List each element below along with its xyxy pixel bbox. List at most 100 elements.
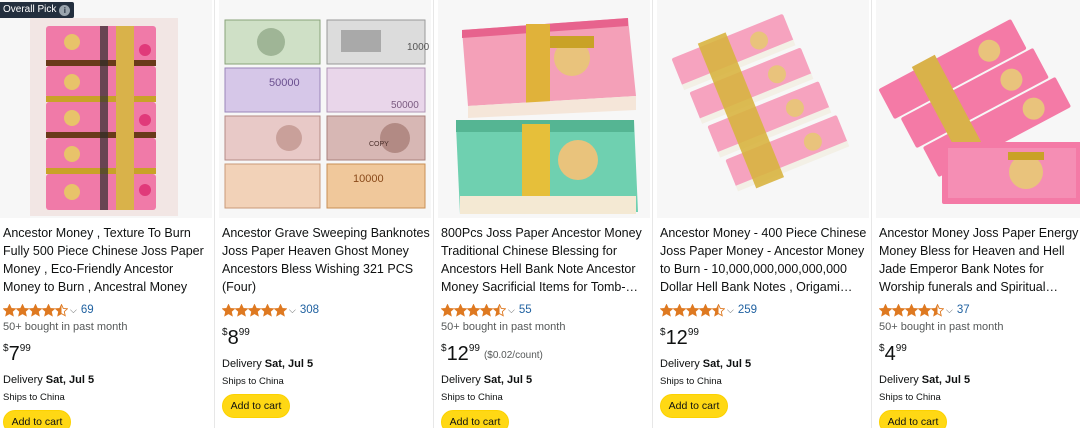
ships-to: Ships to China xyxy=(222,376,284,387)
rating-row[interactable]: ⌵ 69 xyxy=(3,302,212,318)
add-to-cart-button[interactable]: Add to cart xyxy=(441,410,509,428)
rating-row[interactable]: ⌵ 259 xyxy=(660,302,869,318)
star-icon xyxy=(892,303,905,317)
rating-count-link[interactable]: 259 xyxy=(738,304,757,316)
delivery-date: Sat, Jul 5 xyxy=(483,374,533,386)
star-rating[interactable] xyxy=(879,303,944,317)
star-rating[interactable] xyxy=(222,303,287,317)
product-card: 1000 50000 50000 COPY 10000 Ancestor Gra… xyxy=(214,0,431,428)
price: $ 4 99 xyxy=(879,343,1080,365)
price: $ 8 99 xyxy=(222,327,431,349)
star-rating[interactable] xyxy=(441,303,506,317)
ships-to: Ships to China xyxy=(879,392,941,403)
price-fraction: 99 xyxy=(468,343,480,354)
rating-count-link[interactable]: 69 xyxy=(81,304,94,316)
overall-pick-badge: Overall Pick i xyxy=(0,2,75,18)
product-photo-stacks xyxy=(30,18,178,216)
star-icon xyxy=(3,303,16,317)
star-rating[interactable] xyxy=(3,303,68,317)
delivery-date: Sat, Jul 5 xyxy=(264,358,314,370)
badge-label: Overall Pick xyxy=(3,4,57,15)
ships-to: Ships to China xyxy=(441,392,503,403)
rating-count-link[interactable]: 37 xyxy=(957,304,970,316)
product-title-link[interactable]: Ancestor Money Joss Paper Energy Money B… xyxy=(879,224,1080,296)
star-icon xyxy=(16,303,29,317)
price-whole: 12 xyxy=(665,327,688,349)
product-title-link[interactable]: Ancestor Money - 400 Piece Chinese Joss … xyxy=(660,224,868,296)
product-card: Ancestor Money - 400 Piece Chinese Joss … xyxy=(652,0,869,428)
delivery-prefix: Delivery xyxy=(879,374,922,386)
ships-to: Ships to China xyxy=(660,376,722,387)
star-icon xyxy=(712,303,725,317)
product-image[interactable]: 1000 50000 50000 COPY 10000 xyxy=(219,0,431,218)
product-image[interactable]: Overall Pick i xyxy=(0,0,212,218)
star-icon xyxy=(879,303,892,317)
rating-row[interactable]: ⌵ 308 xyxy=(222,302,431,318)
price-fraction: 99 xyxy=(238,327,250,338)
rating-row[interactable]: ⌵ 37 xyxy=(879,302,1080,318)
star-icon xyxy=(248,303,261,317)
star-icon xyxy=(918,303,931,317)
product-photo-fanned-stacks xyxy=(657,0,869,218)
banknote-50000-label-2: 50000 xyxy=(391,100,419,111)
ships-to: Ships to China xyxy=(3,392,65,403)
price: $ 12 99 ($0.02/count) xyxy=(441,343,650,365)
banknote-copy-label: COPY xyxy=(369,141,389,148)
star-icon xyxy=(261,303,274,317)
star-icon xyxy=(441,303,454,317)
rating-count-link[interactable]: 308 xyxy=(300,304,319,316)
bought-in-past-month: 50+ bought in past month xyxy=(879,321,1004,333)
add-to-cart-button[interactable]: Add to cart xyxy=(879,410,947,428)
rating-row[interactable]: ⌵ 55 xyxy=(441,302,650,318)
price: $ 7 99 xyxy=(3,343,212,365)
chevron-down-icon[interactable]: ⌵ xyxy=(289,305,296,316)
delivery-date: Sat, Jul 5 xyxy=(921,374,971,386)
chevron-down-icon[interactable]: ⌵ xyxy=(508,305,515,316)
add-to-cart-button[interactable]: Add to cart xyxy=(222,394,290,418)
chevron-down-icon[interactable]: ⌵ xyxy=(70,305,77,316)
star-icon xyxy=(235,303,248,317)
delivery-info: Delivery Sat, Jul 5 xyxy=(3,374,212,388)
delivery-prefix: Delivery xyxy=(222,358,265,370)
product-title-link[interactable]: 800Pcs Joss Paper Ancestor Money Traditi… xyxy=(441,224,649,296)
star-icon xyxy=(905,303,918,317)
delivery-info: Delivery Sat, Jul 5 xyxy=(222,358,431,372)
price-whole: 8 xyxy=(227,327,239,349)
product-results-row: Overall Pick i Ancestor Money , Texture … xyxy=(0,0,1080,428)
product-title-link[interactable]: Ancestor Money , Texture To Burn Fully 5… xyxy=(3,224,211,296)
star-icon xyxy=(274,303,287,317)
banknote-50000-label: 50000 xyxy=(269,77,300,89)
delivery-date: Sat, Jul 5 xyxy=(45,374,95,386)
star-icon xyxy=(55,303,68,317)
add-to-cart-button[interactable]: Add to cart xyxy=(3,410,71,428)
star-rating[interactable] xyxy=(660,303,725,317)
product-title-link[interactable]: Ancestor Grave Sweeping Banknotes Joss P… xyxy=(222,224,430,296)
price-whole: 7 xyxy=(8,343,20,365)
product-image[interactable] xyxy=(438,0,650,218)
chevron-down-icon[interactable]: ⌵ xyxy=(946,305,953,316)
chevron-down-icon[interactable]: ⌵ xyxy=(727,305,734,316)
price-per-unit: ($0.02/count) xyxy=(483,350,543,361)
star-icon xyxy=(29,303,42,317)
rating-count-link[interactable]: 55 xyxy=(519,304,532,316)
info-icon[interactable]: i xyxy=(59,4,71,16)
delivery-info: Delivery Sat, Jul 5 xyxy=(879,374,1080,388)
product-card: Ancestor Money Joss Paper Energy Money B… xyxy=(871,0,1080,428)
product-photo-banknotes: 1000 50000 50000 COPY 10000 xyxy=(219,0,431,218)
product-image[interactable] xyxy=(876,0,1080,218)
delivery-info: Delivery Sat, Jul 5 xyxy=(441,374,650,388)
star-icon xyxy=(493,303,506,317)
bought-in-past-month: 50+ bought in past month xyxy=(441,321,566,333)
star-icon xyxy=(42,303,55,317)
price-fraction: 99 xyxy=(687,327,699,338)
price-whole: 4 xyxy=(884,343,896,365)
product-card: Overall Pick i Ancestor Money , Texture … xyxy=(0,0,212,428)
add-to-cart-button[interactable]: Add to cart xyxy=(660,394,728,418)
banknote-10000-label: 10000 xyxy=(353,173,384,185)
delivery-prefix: Delivery xyxy=(3,374,46,386)
star-icon xyxy=(673,303,686,317)
banknote-1000-label: 1000 xyxy=(407,42,430,53)
product-image[interactable] xyxy=(657,0,869,218)
bought-in-past-month: 50+ bought in past month xyxy=(3,321,128,333)
star-icon xyxy=(480,303,493,317)
